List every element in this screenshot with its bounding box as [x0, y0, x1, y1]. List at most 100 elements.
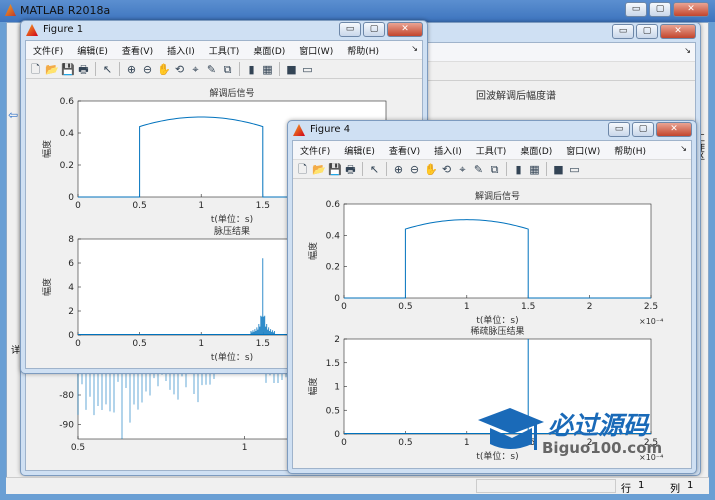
- link-icon[interactable]: ⧉: [221, 63, 234, 76]
- menu-item[interactable]: 文件(F): [33, 44, 63, 57]
- x-axis-label: t(单位：s): [476, 314, 518, 326]
- menu-item[interactable]: 帮助(H): [614, 144, 646, 157]
- new-icon[interactable]: 🗋: [296, 163, 309, 176]
- zoom-in-icon[interactable]: ⊕: [392, 163, 405, 176]
- pan-icon[interactable]: ✋: [157, 63, 171, 76]
- x-axis-label: t(单位：s): [211, 351, 253, 363]
- menu-item[interactable]: 窗口(W): [299, 44, 333, 57]
- menu-item[interactable]: 插入(I): [167, 44, 195, 57]
- menu-item[interactable]: 帮助(H): [347, 44, 379, 57]
- x-tick-label: 0.5: [398, 438, 412, 448]
- show-plot-tools-icon[interactable]: ▭: [568, 163, 581, 176]
- minimize-button[interactable]: ▭: [608, 122, 630, 137]
- menu-item[interactable]: 桌面(D): [520, 144, 552, 157]
- menu-item[interactable]: 窗口(W): [566, 144, 600, 157]
- close-button[interactable]: ✕: [673, 2, 709, 17]
- data-cursor-icon[interactable]: ⌖: [456, 163, 469, 176]
- zoom-out-icon[interactable]: ⊖: [408, 163, 421, 176]
- maximize-button[interactable]: ▢: [636, 24, 658, 39]
- col-label: 列: [670, 484, 680, 495]
- zoom-out-icon[interactable]: ⊖: [141, 63, 154, 76]
- y-tick-label: 0: [68, 331, 74, 341]
- legend-icon[interactable]: ▦: [261, 63, 274, 76]
- print-icon[interactable]: 🖶: [77, 63, 90, 76]
- brush-icon[interactable]: ✎: [205, 63, 218, 76]
- save-icon[interactable]: 💾: [328, 163, 342, 176]
- chart-title: 回波解调后幅度谱: [476, 89, 556, 102]
- y-axis-label: 幅度: [41, 278, 53, 296]
- maximize-button[interactable]: ▢: [649, 2, 671, 17]
- rotate-icon[interactable]: ⟲: [440, 163, 453, 176]
- colorbar-icon[interactable]: ▮: [512, 163, 525, 176]
- hide-plot-tools-icon[interactable]: ■: [552, 163, 565, 176]
- x-exponent-label: ×10⁻⁴: [639, 317, 663, 326]
- pointer-icon[interactable]: ↖: [101, 63, 114, 76]
- hide-plot-tools-icon[interactable]: ■: [285, 63, 298, 76]
- figure-menu-bar: 文件(F) 编辑(E) 查看(V) 插入(I) 工具(T) 桌面(D) 窗口(W) 帮助(H)…: [293, 141, 691, 159]
- menu-item[interactable]: 文件(F): [300, 144, 330, 157]
- y-tick-label: 2: [334, 335, 340, 345]
- pointer-icon[interactable]: ↖: [368, 163, 381, 176]
- close-button[interactable]: ✕: [656, 122, 692, 137]
- menu-item[interactable]: 查看(V): [389, 144, 420, 157]
- y-tick-label: 0.2: [326, 263, 340, 273]
- dock-icon[interactable]: ↘: [411, 44, 418, 53]
- toolbar-separator: [506, 162, 507, 176]
- menu-item[interactable]: 编辑(E): [344, 144, 375, 157]
- open-icon[interactable]: 📂: [45, 63, 59, 76]
- x-tick-label: 1: [464, 302, 470, 312]
- print-icon[interactable]: 🖶: [344, 163, 357, 176]
- minimize-button[interactable]: ▭: [612, 24, 634, 39]
- data-cursor-icon[interactable]: ⌖: [189, 63, 202, 76]
- row-label: 行: [621, 484, 631, 495]
- minimize-button[interactable]: ▭: [339, 22, 361, 37]
- toolbar-separator: [362, 162, 363, 176]
- toolbar-separator: [546, 162, 547, 176]
- link-icon[interactable]: ⧉: [488, 163, 501, 176]
- brush-icon[interactable]: ✎: [472, 163, 485, 176]
- toolbar-separator: [119, 62, 120, 76]
- legend-icon[interactable]: ▦: [528, 163, 541, 176]
- close-button[interactable]: ✕: [660, 24, 696, 39]
- pan-icon[interactable]: ✋: [424, 163, 438, 176]
- figure-window-controls: ▭ ▢ ✕: [608, 122, 692, 137]
- y-axis-label: 幅度: [41, 140, 53, 158]
- maximize-button[interactable]: ▢: [632, 122, 654, 137]
- menu-item[interactable]: 桌面(D): [253, 44, 285, 57]
- x-tick-label: 0: [341, 302, 347, 312]
- y-tick-label: 0: [334, 294, 340, 304]
- back-arrow-icon[interactable]: ⇦: [8, 108, 18, 122]
- x-tick-label: 2: [587, 302, 593, 312]
- zoom-in-icon[interactable]: ⊕: [125, 63, 138, 76]
- save-icon[interactable]: 💾: [61, 63, 75, 76]
- maximize-button[interactable]: ▢: [363, 22, 385, 37]
- minimize-button[interactable]: ▭: [625, 2, 647, 17]
- menu-item[interactable]: 插入(I): [434, 144, 462, 157]
- y-tick-label: 0.6: [60, 97, 75, 107]
- x-tick-label: 1: [198, 201, 204, 211]
- menu-item[interactable]: 查看(V): [122, 44, 153, 57]
- left-panel-label: 详: [11, 346, 21, 356]
- menu-item[interactable]: 工具(T): [476, 144, 507, 157]
- dock-icon[interactable]: ↘: [684, 46, 691, 55]
- figure-menu-bar: 文件(F) 编辑(E) 查看(V) 插入(I) 工具(T) 桌面(D) 窗口(W) 帮助(H)…: [26, 41, 422, 59]
- y-tick-label: 0.5: [326, 406, 340, 416]
- x-axis-label: t(单位：s): [211, 213, 253, 225]
- x-tick-label: 0.5: [71, 443, 85, 453]
- open-icon[interactable]: 📂: [312, 163, 326, 176]
- y-tick-label: 0.2: [60, 161, 74, 171]
- show-plot-tools-icon[interactable]: ▭: [301, 63, 314, 76]
- new-icon[interactable]: 🗋: [29, 63, 42, 76]
- menu-item[interactable]: 编辑(E): [77, 44, 108, 57]
- y-axis-label: 幅度: [307, 377, 319, 395]
- graduation-cap-icon: [478, 408, 544, 450]
- dock-icon[interactable]: ↘: [680, 144, 687, 153]
- close-button[interactable]: ✕: [387, 22, 423, 37]
- matlab-logo-icon: [5, 4, 16, 16]
- rotate-icon[interactable]: ⟲: [173, 63, 186, 76]
- toolbar-separator: [386, 162, 387, 176]
- colorbar-icon[interactable]: ▮: [245, 63, 258, 76]
- y-tick-label: 0: [334, 430, 340, 440]
- menu-item[interactable]: 工具(T): [209, 44, 240, 57]
- y-tick-label: -90: [59, 420, 74, 430]
